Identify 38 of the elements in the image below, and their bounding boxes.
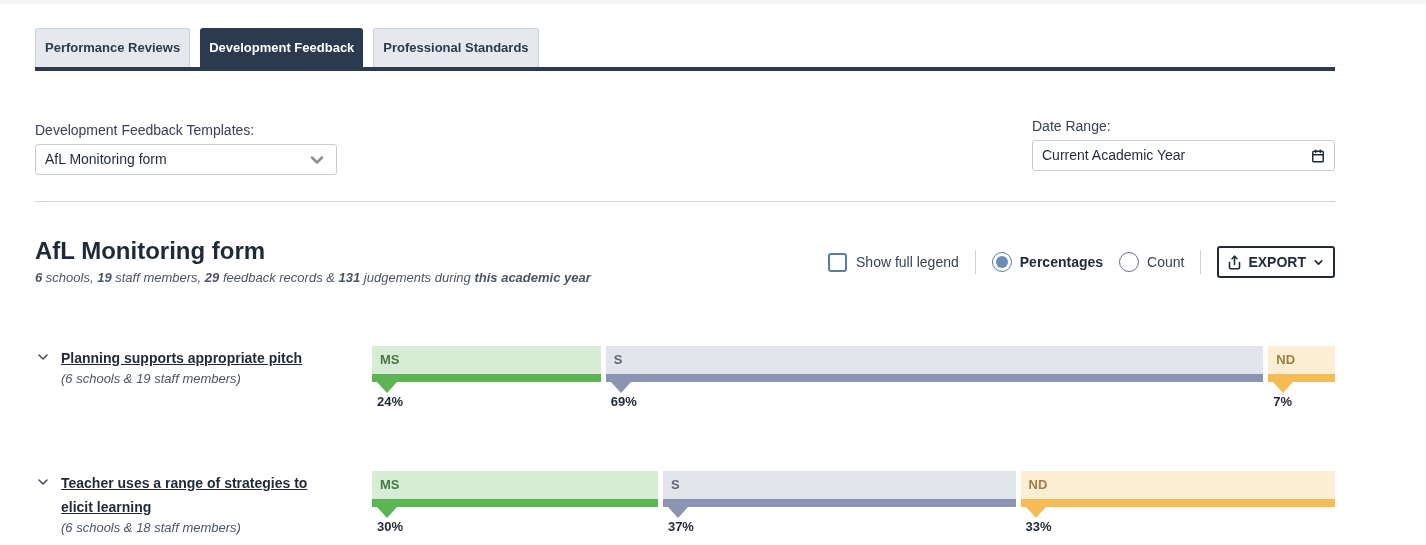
percentage: 7% [1273, 392, 1294, 411]
criterion-link[interactable]: Planning supports appropriate pitch [61, 345, 339, 370]
bar-segment: ND [1020, 470, 1335, 499]
template-dropdown[interactable]: AfL Monitoring form [35, 144, 337, 175]
field-label: Date Range: [1032, 117, 1112, 136]
calendar-icon [1311, 148, 1325, 163]
criterion-subtitle: (6 schools & 18 staff members) [61, 518, 242, 537]
tab[interactable]: Development Feedback [200, 28, 364, 67]
bar-segment: MS [372, 345, 601, 374]
pointer-icon [667, 506, 688, 518]
bar-segment: MS [372, 470, 658, 499]
field-label: Development Feedback Templates: [35, 121, 256, 140]
criterion-subtitle: (6 schools & 19 staff members) [61, 369, 242, 388]
percentage: 33% [1025, 517, 1053, 536]
pointer-icon [377, 381, 397, 393]
radio-label: Count [1147, 252, 1185, 272]
pointer-icon [1025, 506, 1046, 518]
bar-segment: ND [1268, 345, 1335, 374]
share-icon [1227, 254, 1243, 270]
date-range-field[interactable]: Current Academic Year [1032, 140, 1335, 171]
radio-label: Percentages [1019, 252, 1104, 272]
criterion-link[interactable]: Teacher uses a range of strategies to elicit learning [61, 470, 339, 519]
pointer-icon [377, 506, 397, 518]
percentage: 69% [610, 392, 638, 411]
report-summary: 6 schools, 19 staff members, 29 feedback records & 131 judgements during this academic year [35, 269, 591, 287]
checkbox[interactable] [828, 252, 848, 272]
report-title: AfL Monitoring form [35, 236, 267, 266]
export-button[interactable]: EXPORT [1217, 246, 1335, 278]
checkbox-label: Show full legend [856, 252, 959, 272]
bar-segment: S [662, 470, 1016, 499]
pointer-icon [610, 381, 631, 393]
percentage: 30% [377, 517, 405, 536]
pointer-icon [1273, 381, 1294, 393]
tab[interactable]: Professional Standards [373, 28, 539, 67]
percentage: 24% [377, 392, 405, 411]
tab[interactable]: Performance Reviews [35, 28, 191, 67]
bar-segment: S [605, 345, 1264, 374]
percentage: 37% [667, 517, 695, 536]
